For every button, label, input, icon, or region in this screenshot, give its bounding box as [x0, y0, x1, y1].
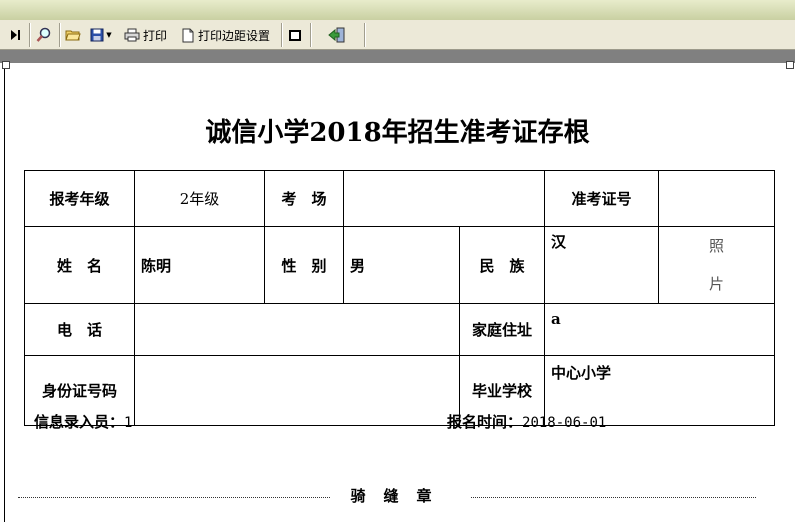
print-preview-toolbar: ▼ 打印 打印边距设置: [0, 20, 795, 50]
page-corner-handle: [2, 61, 10, 69]
name-label: 姓 名: [24, 226, 135, 304]
address-label: 家庭住址: [459, 303, 545, 356]
ethnicity-label: 民 族: [459, 226, 545, 304]
photo-placeholder: 照 片: [658, 226, 775, 304]
exam-room-label: 考 场: [264, 170, 344, 227]
grade-value: 2年级: [134, 170, 265, 227]
ethnicity-value: 汉: [544, 226, 659, 304]
page-view-button[interactable]: [285, 24, 305, 46]
skip-to-first-icon: [11, 30, 20, 40]
registration-date-field: 报名时间：2018-06-01: [447, 411, 606, 432]
photo-label-line1: 照: [708, 237, 724, 255]
first-page-button[interactable]: [4, 24, 26, 46]
ticket-number-label: 准考证号: [544, 170, 659, 227]
folder-open-icon: [65, 30, 81, 41]
exit-button[interactable]: [326, 24, 348, 46]
grade-label: 报考年级: [24, 170, 135, 227]
open-button[interactable]: [63, 24, 83, 46]
operator-label: 信息录入员：: [34, 413, 125, 431]
save-dropdown-button[interactable]: ▼: [87, 24, 115, 46]
preview-area-border: [0, 50, 795, 63]
name-value: 陈明: [134, 226, 265, 304]
print-margin-settings-button[interactable]: 打印边距设置: [182, 24, 278, 46]
date-label: 报名时间：: [447, 413, 523, 431]
printer-icon: [124, 28, 140, 42]
print-label: 打印: [143, 28, 168, 43]
phone-label: 电 话: [24, 303, 135, 356]
ticket-number-value: [658, 170, 775, 227]
chevron-down-icon: ▼: [106, 31, 112, 39]
zoom-button[interactable]: [33, 24, 55, 46]
page-setup-icon: [182, 28, 194, 42]
window-title-strip: [0, 0, 795, 21]
photo-label-line2: 片: [708, 275, 724, 293]
phone-value: [134, 303, 460, 356]
seal-text: 骑缝章: [330, 485, 470, 506]
operator-field: 信息录入员：1: [34, 411, 132, 432]
page-corner-handle: [786, 61, 794, 69]
print-margin-label: 打印边距设置: [198, 28, 271, 43]
square-frame-icon: [289, 29, 301, 41]
exam-room-value: [343, 170, 545, 227]
operator-value: 1: [124, 415, 133, 431]
save-disk-icon: [90, 28, 104, 42]
print-button[interactable]: 打印: [124, 24, 174, 46]
gender-label: 性 别: [264, 226, 344, 304]
address-value: a: [544, 303, 775, 356]
admission-form-table: 报考年级 2年级 考 场 准考证号 姓 名 陈明 性 别 男 民 族 汉 照 片…: [24, 170, 775, 426]
exit-door-icon: [328, 27, 345, 43]
form-title: 诚信小学2018年招生准考证存根: [205, 118, 590, 148]
magnifier-icon: [36, 27, 51, 42]
id-number-value: [134, 355, 460, 426]
gender-value: 男: [343, 226, 460, 304]
date-value: 2018-06-01: [522, 415, 607, 431]
